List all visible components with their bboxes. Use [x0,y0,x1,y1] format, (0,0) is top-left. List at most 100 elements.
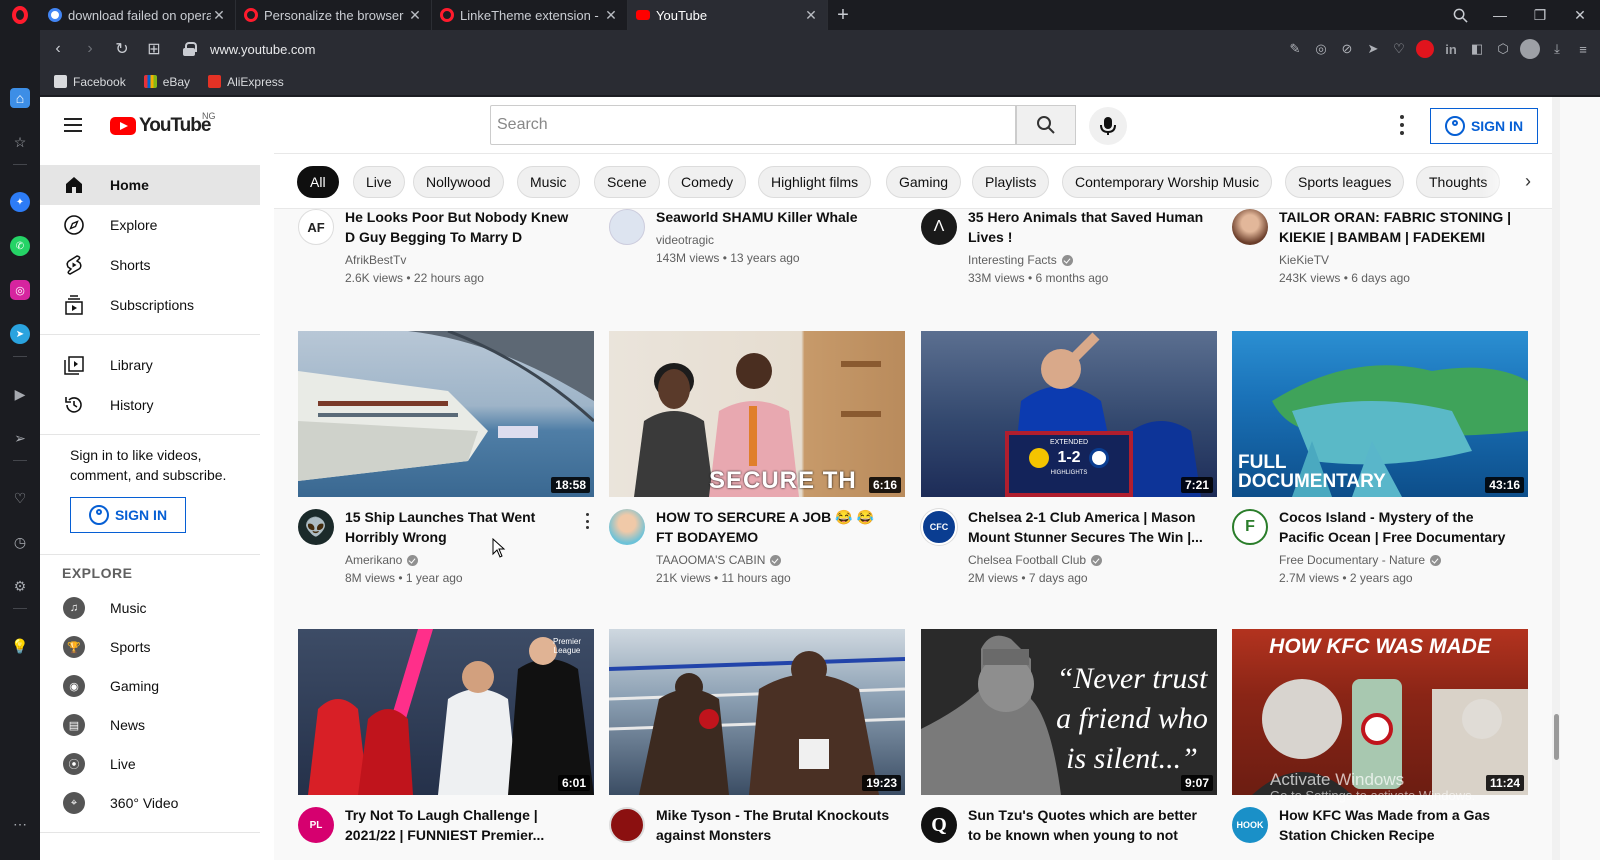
extension-red-icon[interactable] [1416,40,1434,58]
new-tab-button[interactable]: + [828,4,858,27]
chip-comedy[interactable]: Comedy [668,166,747,198]
sidebar-item-music[interactable]: ♫ Music [40,588,260,628]
whatsapp-icon[interactable]: ✆ [10,236,30,256]
channel-avatar[interactable]: AF [298,209,334,245]
easy-setup-icon[interactable]: ✎ [1286,40,1304,58]
tips-lightbulb-icon[interactable]: 💡 [10,636,30,656]
channel-name[interactable]: videotragic [656,233,714,247]
channel-avatar[interactable] [609,509,645,545]
snapshot-icon[interactable]: ◎ [1312,40,1330,58]
channel-avatar[interactable]: HOOK [1232,807,1268,843]
channel-avatar[interactable]: Q [921,807,957,843]
easy-files-icon[interactable]: ≡ [1574,40,1592,58]
sidebar-item-library[interactable]: Library [40,345,260,385]
sidebar-sign-in-button[interactable]: SIGN IN [70,497,186,533]
channel-name[interactable]: KieKieTV [1279,253,1329,267]
close-tab-icon[interactable]: ✕ [803,7,819,24]
restore-icon[interactable]: ❐ [1520,0,1560,30]
channel-avatar[interactable]: PL [298,807,334,843]
video-card[interactable]: 19:23 Mike Tyson - The Brutal Knockouts … [609,629,905,859]
opera-menu-button[interactable] [0,0,40,30]
sidebar-item-shorts[interactable]: Shorts [40,245,260,285]
channel-name[interactable]: AfrikBestTv [345,253,406,267]
home-speeddial-icon[interactable]: ⌂ [10,88,30,108]
chip-live[interactable]: Live [353,166,405,198]
sidebar-item-news[interactable]: ▤ News [40,705,260,745]
forward-icon[interactable]: › [74,40,106,58]
history-clock-icon[interactable]: ◷ [10,532,30,552]
browser-tab[interactable]: download failed on opera ✕ [40,0,236,30]
heart-icon[interactable]: ♡ [1390,40,1408,58]
video-thumbnail[interactable]: Premier League 6:01 [298,629,594,795]
video-thumbnail[interactable]: 19:23 [609,629,905,795]
video-thumbnail[interactable]: SECURE TH 6:16 [609,331,905,497]
channel-avatar[interactable] [609,209,645,245]
video-card[interactable]: “Never trust a friend who is silent...” … [921,629,1217,859]
browser-tab[interactable]: Personalize the browser - O ✕ [236,0,432,30]
close-window-icon[interactable]: ✕ [1560,0,1600,30]
channel-name[interactable]: TAAOOMA'S CABIN [656,553,782,567]
video-title[interactable]: 35 Hero Animals that Saved Human Lives ! [968,209,1204,247]
telegram-icon[interactable]: ➤ [10,324,30,344]
sidebar-item-gaming[interactable]: ◉ Gaming [40,666,260,706]
video-card[interactable]: Seaworld SHAMU Killer Whale Show videotr… [609,209,905,297]
browser-tab[interactable]: LinkeTheme extension - Op ✕ [432,0,628,30]
chip-sports-leagues[interactable]: Sports leagues [1285,166,1405,198]
sidebar-item-subscriptions[interactable]: Subscriptions [40,285,260,325]
cube-icon[interactable]: ⬡ [1494,40,1512,58]
video-title[interactable]: Chelsea 2-1 Club America | Mason Mount S… [968,507,1204,547]
back-icon[interactable]: ‹ [42,40,74,58]
more-options-icon[interactable]: ⋯ [10,814,30,834]
voice-search-button[interactable] [1089,107,1127,145]
speed-dial-icon[interactable]: ⊞ [138,39,170,59]
sidebar-item-sports[interactable]: 🏆 Sports [40,627,260,667]
hamburger-menu-icon[interactable] [64,118,84,132]
chevron-right-icon[interactable]: › [1518,171,1538,191]
video-title[interactable]: Seaworld SHAMU Killer Whale Show [656,209,892,227]
close-tab-icon[interactable]: ✕ [407,7,423,24]
video-title[interactable]: Cocos Island - Mystery of the Pacific Oc… [1279,507,1515,547]
video-title[interactable]: He Looks Poor But Nobody Knew D Guy Begg… [345,209,581,247]
player-icon[interactable]: ▶ [10,384,30,404]
reload-icon[interactable]: ↻ [106,39,138,59]
bookmark-facebook[interactable]: Facebook [54,75,126,89]
chip-music[interactable]: Music [517,166,580,198]
flow-icon[interactable]: ➢ [10,428,30,448]
video-card[interactable]: AF He Looks Poor But Nobody Knew D Guy B… [298,209,594,297]
linkedin-icon[interactable]: in [1442,40,1460,58]
sidebar-item-360-video[interactable]: ⌖ 360° Video [40,783,260,823]
channel-avatar[interactable] [1232,209,1268,245]
video-thumbnail[interactable]: FULL DOCUMENTARY 43:16 [1232,331,1528,497]
bookmark-ebay[interactable]: eBay [143,75,190,89]
channel-avatar[interactable]: 👽 [298,509,334,545]
sidebar-item-home[interactable]: Home [40,165,260,205]
bookmark-aliexpress[interactable]: AliExpress [208,75,284,89]
close-tab-icon[interactable]: ✕ [211,7,227,24]
video-title[interactable]: 15 Ship Launches That Went Horribly Wron… [345,507,545,547]
video-thumbnail[interactable]: “Never trust a friend who is silent...” … [921,629,1217,795]
lock-icon[interactable] [182,42,197,56]
pinboard-heart-icon[interactable]: ♡ [10,488,30,508]
more-actions-icon[interactable] [584,513,590,529]
browser-tab-active[interactable]: YouTube ✕ [628,0,828,30]
video-title[interactable]: Mike Tyson - The Brutal Knockouts agains… [656,805,892,845]
chip-scene[interactable]: Scene [594,166,660,198]
video-title[interactable]: Try Not To Laugh Challenge | 2021/22 | F… [345,805,581,845]
download-icon[interactable]: ⤓ [1548,40,1566,58]
video-title[interactable]: HOW TO SERCURE A JOB 😂 😂 FT BODAYEMO [656,507,892,547]
sidebar-item-history[interactable]: History [40,385,260,425]
video-title[interactable]: TAILOR ORAN: FABRIC STONING | KIEKIE | B… [1279,209,1515,247]
minimize-icon[interactable]: — [1480,0,1520,30]
header-sign-in-button[interactable]: SIGN IN [1430,108,1538,144]
theme-extension-icon[interactable]: ◧ [1468,40,1486,58]
video-title[interactable]: Sun Tzu's Quotes which are better to be … [968,805,1204,845]
video-card[interactable]: 18:58 👽 15 Ship Launches That Went Horri… [298,331,594,597]
tab-search-icon[interactable] [1440,0,1480,30]
sidebar-item-explore[interactable]: Explore [40,205,260,245]
channel-name[interactable]: Interesting Facts [968,253,1073,267]
video-card[interactable]: Premier League 6:01 PL Try Not To Laugh … [298,629,594,859]
chip-contemporary-worship-music[interactable]: Contemporary Worship Music [1062,166,1273,198]
send-icon[interactable]: ➤ [1364,40,1382,58]
video-card[interactable]: SECURE TH 6:16 HOW TO SERCURE A JOB 😂 😂 … [609,331,905,597]
video-thumbnail[interactable]: EXTENDED 1-2 HIGHLIGHTS 7:21 [921,331,1217,497]
